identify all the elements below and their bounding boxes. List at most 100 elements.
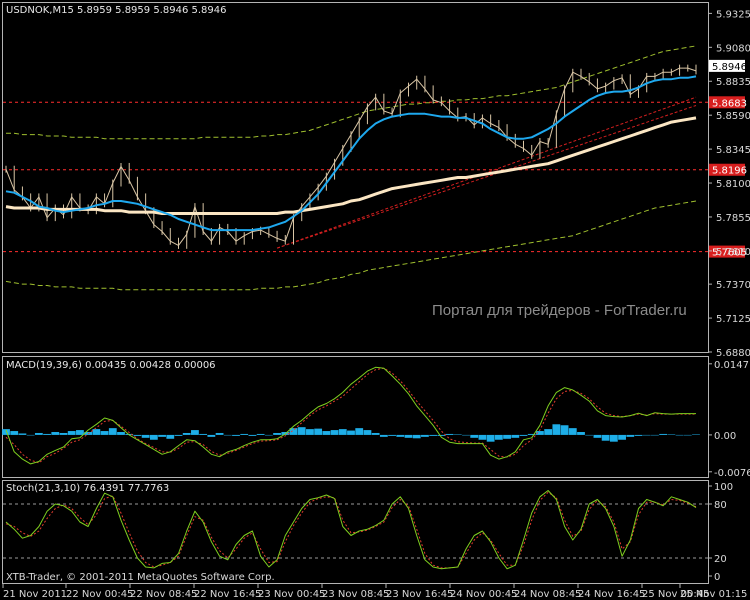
macd-histogram-bar <box>486 434 495 442</box>
macd-histogram-bar <box>306 429 314 435</box>
macd-histogram-bar <box>618 434 626 440</box>
macd-histogram-bar <box>355 428 364 435</box>
stoch-tick-label: 20 <box>714 554 727 565</box>
macd-histogram-bar <box>609 434 618 442</box>
macd-histogram-bar <box>675 434 684 436</box>
macd-histogram-bar <box>174 434 183 436</box>
macd-histogram-bar <box>371 432 380 435</box>
macd-histogram-bar <box>330 430 339 435</box>
stoch-header: Stoch(21,3,10) 76.4391 77.7763 <box>6 483 169 494</box>
price-tick-label: 5.7125 <box>716 314 750 325</box>
x-tick-label: 24 Nov 16:45 <box>578 589 645 600</box>
macd-histogram-bar <box>223 434 232 436</box>
macd-histogram-bar <box>322 431 331 435</box>
macd-histogram-bar <box>51 432 60 435</box>
x-tick-label: 22 Nov 00:45 <box>66 589 133 600</box>
macd-histogram-bar <box>108 428 117 435</box>
macd-histogram-bar <box>207 434 216 437</box>
macd-histogram-bar <box>544 429 553 435</box>
stoch-panel[interactable] <box>2 480 709 584</box>
macd-histogram-bar <box>363 430 372 435</box>
price-tick-label: 5.9080 <box>716 43 750 54</box>
price-tick-label: 5.6880 <box>716 348 750 359</box>
macd-histogram-bar <box>421 434 429 437</box>
macd-histogram-bar <box>43 433 51 435</box>
x-tick-label: 21 Nov 2011 <box>3 589 67 600</box>
macd-histogram-bar <box>560 425 569 435</box>
x-tick-label: 23 Nov 16:45 <box>386 589 453 600</box>
macd-histogram-bar <box>503 434 511 439</box>
macd-histogram-bar <box>10 431 19 435</box>
macd-histogram-bar <box>396 434 405 437</box>
macd-histogram-bar <box>601 434 610 441</box>
macd-panel[interactable] <box>2 356 709 478</box>
macd-histogram-bar <box>158 434 166 437</box>
stoch-tick-label: 0 <box>714 572 720 583</box>
macd-histogram-bar <box>585 434 594 436</box>
price-tick-label: 5.7610 <box>716 247 750 258</box>
macd-histogram-bar <box>379 434 388 437</box>
macd-histogram-bar <box>273 432 281 435</box>
macd-histogram-bar <box>117 432 125 435</box>
price-tick-label: 5.8590 <box>716 111 750 122</box>
macd-tick-label: 0.00 <box>714 431 736 442</box>
x-tick-label: 25 Nov 01:15 <box>680 589 747 600</box>
x-tick-label: 24 Nov 00:45 <box>450 589 517 600</box>
macd-histogram-bar <box>338 429 347 435</box>
stoch-tick-label: 80 <box>714 500 727 511</box>
macd-histogram-bar <box>577 432 585 435</box>
macd-histogram-bar <box>92 429 101 435</box>
level-price-label: 5.8683 <box>712 98 747 109</box>
macd-histogram-bar <box>133 434 142 436</box>
macd-histogram-bar <box>412 434 421 439</box>
copyright-text: XTB-Trader, © 2001-2011 MetaQuotes Softw… <box>6 572 275 583</box>
macd-histogram-bar <box>470 434 479 438</box>
price-tick-label: 5.8345 <box>716 145 750 156</box>
price-tick-label: 5.8835 <box>716 77 750 88</box>
watermark: Портал для трейдеров - ForTrader.ru <box>432 302 687 319</box>
macd-histogram-bar <box>429 434 438 436</box>
macd-histogram-bar <box>519 434 528 436</box>
macd-histogram-bar <box>445 433 454 435</box>
macd-tick-label: 0.01471 <box>714 360 750 371</box>
macd-histogram-bar <box>26 434 35 436</box>
macd-histogram-bar <box>256 433 265 435</box>
macd-histogram-bar <box>667 434 676 435</box>
macd-histogram-bar <box>2 429 10 435</box>
macd-histogram-bar <box>692 434 700 435</box>
macd-histogram-bar <box>248 434 257 436</box>
x-tick-label: 23 Nov 08:45 <box>322 589 389 600</box>
price-panel[interactable] <box>2 2 709 353</box>
macd-histogram-bar <box>34 432 43 435</box>
macd-histogram-bar <box>149 434 158 440</box>
macd-histogram-bar <box>453 434 462 435</box>
x-tick-label: 23 Nov 00:45 <box>258 589 325 600</box>
macd-histogram-bar <box>240 433 249 435</box>
price-tick-label: 5.9325 <box>716 9 750 20</box>
macd-histogram-bar <box>404 434 413 438</box>
price-header: USDNOK,M15 5.8959 5.8959 5.8946 5.8946 <box>6 5 226 16</box>
macd-histogram-bar <box>191 430 199 435</box>
macd-histogram-bar <box>67 431 76 435</box>
macd-histogram-bar <box>683 434 692 436</box>
price-tick-label: 5.8100 <box>716 179 750 190</box>
stoch-tick-label: 100 <box>714 482 733 493</box>
macd-histogram-bar <box>388 434 396 436</box>
macd-histogram-bar <box>651 434 659 436</box>
level-price-label: 5.8196 <box>712 166 747 177</box>
current-price-label: 5.8946 <box>712 62 747 73</box>
macd-histogram-bar <box>642 434 651 436</box>
macd-histogram-bar <box>100 431 109 435</box>
macd-histogram-bar <box>76 430 84 435</box>
macd-tick-label: -0.00763 <box>714 468 750 479</box>
macd-histogram-bar <box>462 434 470 436</box>
macd-histogram-bar <box>511 434 520 438</box>
trading-chart[interactable]: 5.86835.81965.76055.93255.90805.88355.85… <box>0 0 750 600</box>
macd-histogram-bar <box>297 427 306 435</box>
macd-histogram-bar <box>166 434 175 439</box>
macd-histogram-bar <box>232 434 240 436</box>
macd-histogram-bar <box>264 434 273 436</box>
macd-histogram-bar <box>182 432 191 435</box>
macd-histogram-bar <box>215 432 224 435</box>
x-tick-label: 22 Nov 08:45 <box>130 589 197 600</box>
